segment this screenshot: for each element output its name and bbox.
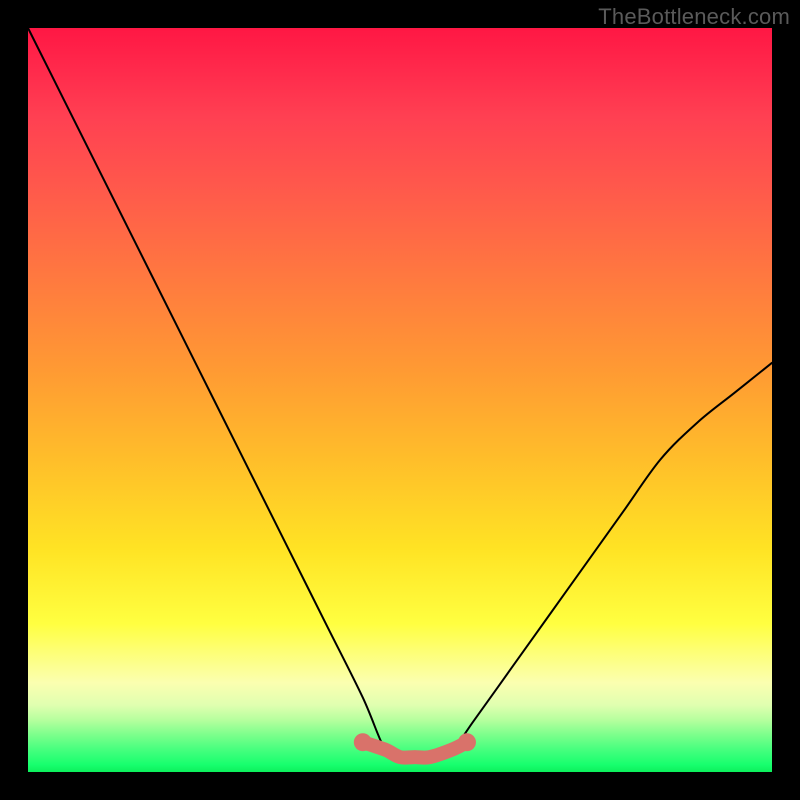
optimal-band-start-dot	[354, 733, 372, 751]
watermark-text: TheBottleneck.com	[598, 4, 790, 30]
optimal-band-highlight	[363, 742, 467, 757]
plot-area	[28, 28, 772, 772]
chart-frame: TheBottleneck.com	[0, 0, 800, 800]
chart-svg	[28, 28, 772, 772]
bottleneck-curve	[28, 28, 772, 758]
optimal-band-end-dot	[458, 733, 476, 751]
